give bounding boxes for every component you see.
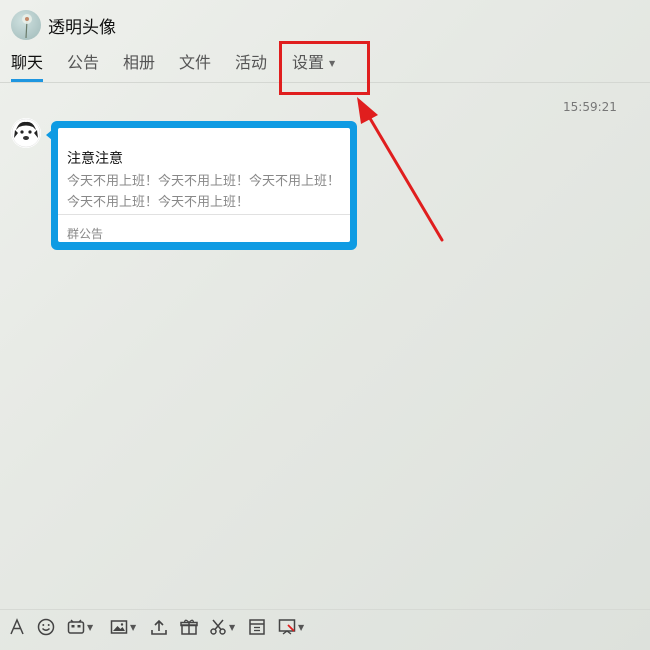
tab-label: 聊天 bbox=[11, 53, 44, 72]
screen-share-icon bbox=[278, 619, 296, 635]
dandelion-icon bbox=[22, 14, 32, 39]
scissors-icon bbox=[210, 619, 226, 635]
announcement-body: 今天不用上班！今天不用上班！今天不用上班！今天不用上班！今天不用上班！ bbox=[67, 174, 341, 210]
message-timestamp: 15:59:21 bbox=[563, 100, 617, 114]
dropdown-caret-icon: ▼ bbox=[298, 622, 305, 632]
announcement-title: 注意注意 bbox=[67, 151, 123, 167]
card-divider bbox=[58, 214, 350, 215]
dropdown-caret-icon: ▼ bbox=[87, 622, 94, 632]
image-icon bbox=[110, 620, 128, 634]
font-button[interactable] bbox=[7, 614, 27, 640]
tab-announcement[interactable]: 公告 bbox=[67, 52, 99, 82]
message-bubble[interactable]: 注意注意 今天不用上班！今天不用上班！今天不用上班！今天不用上班！今天不用上班！… bbox=[51, 121, 357, 250]
screenshot-button[interactable]: ▼ bbox=[208, 614, 235, 640]
emoji-icon bbox=[37, 618, 55, 636]
upload-icon bbox=[151, 619, 167, 635]
tab-files[interactable]: 文件 bbox=[179, 52, 211, 82]
tab-chat[interactable]: 聊天 bbox=[11, 52, 44, 82]
toolbar-divider bbox=[0, 609, 650, 610]
tab-label: 相册 bbox=[123, 53, 156, 72]
group-avatar[interactable] bbox=[11, 10, 41, 40]
history-button[interactable] bbox=[247, 614, 267, 640]
tab-album[interactable]: 相册 bbox=[123, 52, 155, 82]
screen-share-button[interactable]: ▼ bbox=[277, 614, 304, 640]
input-toolbar: ▼ ▼ ▼ ▼ bbox=[0, 614, 650, 642]
image-button[interactable]: ▼ bbox=[109, 614, 136, 640]
cartoon-face-icon bbox=[11, 118, 41, 148]
tab-label: 公告 bbox=[67, 53, 100, 72]
group-title: 透明头像 bbox=[48, 18, 116, 38]
announcement-source: 群公告 bbox=[67, 227, 104, 241]
tab-label: 文件 bbox=[179, 53, 212, 72]
gift-button[interactable] bbox=[179, 614, 199, 640]
dropdown-caret-icon: ▼ bbox=[229, 622, 236, 632]
annotation-arrow bbox=[357, 97, 444, 242]
magic-expression-icon bbox=[67, 619, 85, 634]
settings-highlight-box bbox=[279, 41, 370, 95]
tab-label: 活动 bbox=[235, 53, 268, 72]
font-icon bbox=[10, 618, 24, 635]
upload-button[interactable] bbox=[149, 614, 169, 640]
magic-expression-button[interactable]: ▼ bbox=[66, 614, 93, 640]
history-icon bbox=[249, 619, 265, 635]
sender-avatar[interactable] bbox=[11, 118, 41, 148]
emoji-button[interactable] bbox=[36, 614, 56, 640]
tab-activity[interactable]: 活动 bbox=[235, 52, 267, 82]
gift-icon bbox=[180, 619, 198, 635]
announcement-card[interactable]: 注意注意 今天不用上班！今天不用上班！今天不用上班！今天不用上班！今天不用上班！… bbox=[58, 128, 350, 242]
dropdown-caret-icon: ▼ bbox=[130, 622, 137, 632]
